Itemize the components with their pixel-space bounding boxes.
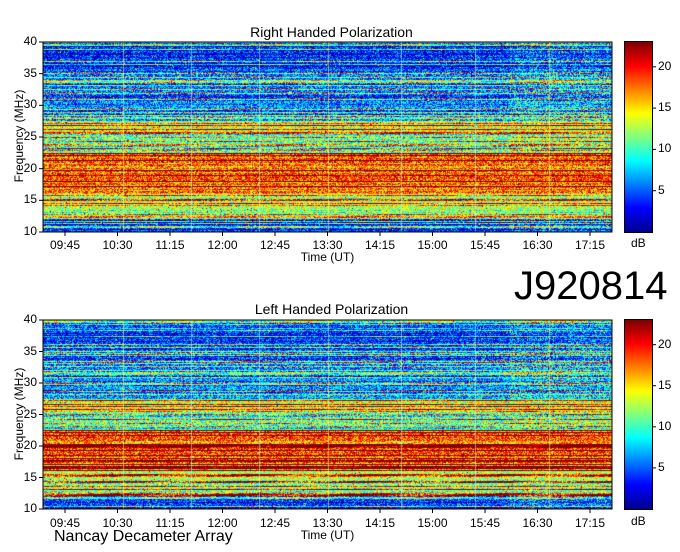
colorbar-tick-label: 15 [658,377,672,392]
chart-title: Right Handed Polarization [250,24,413,40]
y-tick-label: 40 [23,312,37,326]
y-axis-label: Frequency (MHz) [12,367,26,460]
x-tick-label: 17:15 [574,516,606,530]
x-tick-label: 11:15 [155,238,185,252]
colorbar-tick-label: 15 [658,100,672,115]
y-tick-label: 15 [23,192,37,207]
colorbar-tick-label: 20 [658,58,672,73]
x-tick-label: 12:45 [259,238,291,252]
x-tick-label: 10:30 [102,238,133,252]
x-tick-label: 15:00 [417,238,448,252]
spectrogram-heatmap [43,320,612,509]
x-tick-label: 14:15 [364,516,396,530]
x-tick-label: 17:15 [574,238,606,252]
colorbar [624,41,653,233]
y-tick-label: 35 [23,343,37,358]
x-tick-label: 16:30 [522,238,553,252]
x-axis-label: Time (UT) [300,250,355,264]
x-tick-label: 12:00 [207,238,238,252]
x-tick-label: 12:45 [259,516,291,530]
x-tick-label: 14:15 [364,238,396,252]
colorbar-tick-label: 5 [658,182,665,197]
x-tick-label: 16:30 [522,516,553,530]
colorbar [624,319,653,510]
credit-label: Nancay Decameter Array [54,528,233,545]
colorbar-tick-label: 10 [658,141,672,156]
y-tick-label: 40 [23,34,37,48]
y-tick-label: 15 [23,469,37,484]
observation-id: J920814 [514,264,668,308]
colorbar-label: dB [631,514,646,528]
chart-title: Left Handed Polarization [254,301,409,317]
colorbar-tick-label: 5 [658,459,665,474]
x-tick-label: 09:45 [49,238,81,252]
x-tick-label: 15:00 [417,516,448,530]
y-tick-label: 10 [23,224,37,238]
colorbar-tick-label: 10 [658,418,672,433]
y-tick-label: 10 [23,501,37,515]
y-tick-label: 35 [23,65,37,80]
y-axis-label: Frequency (MHz) [12,89,26,183]
spectrogram-heatmap [43,42,612,232]
x-tick-label: 15:45 [469,238,501,252]
colorbar-label: dB [631,236,646,250]
x-axis-label: Time (UT) [300,528,355,542]
colorbar-tick-label: 20 [658,336,672,351]
x-tick-label: 15:45 [469,516,501,530]
